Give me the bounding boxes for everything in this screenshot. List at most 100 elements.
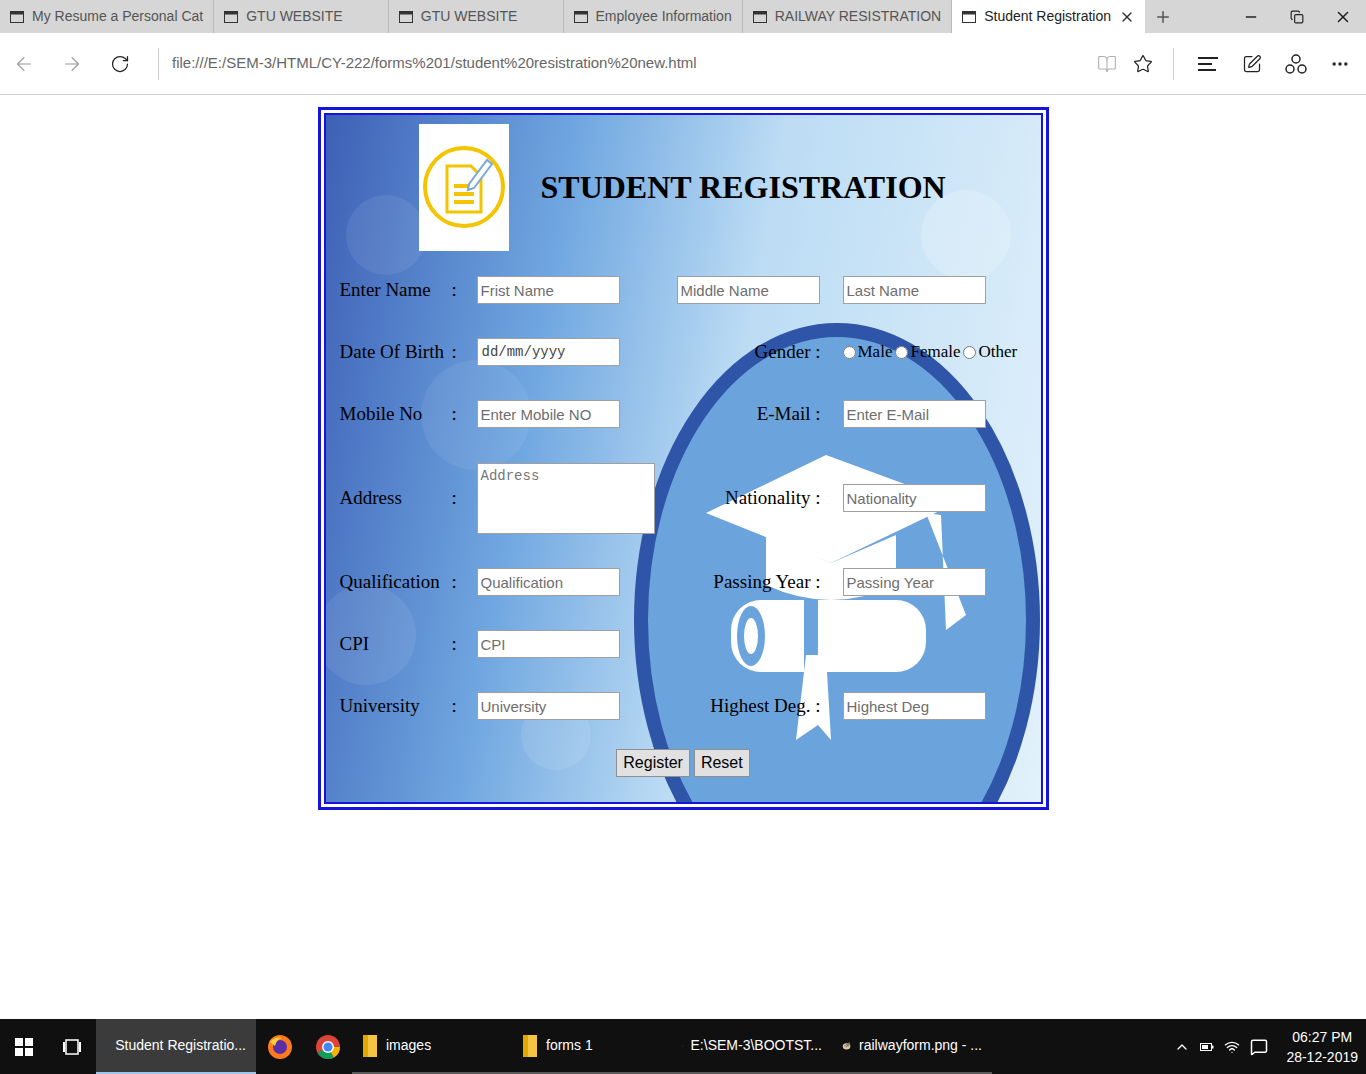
field-label: Address (340, 484, 452, 513)
field-separator: : (452, 338, 477, 367)
hub-button[interactable] (1186, 56, 1230, 72)
network-icon[interactable] (1224, 1039, 1240, 1055)
taskbar-window-button[interactable]: forms 1 (512, 1019, 672, 1074)
left-field (477, 463, 655, 534)
gender-option[interactable]: Male (843, 339, 893, 365)
more-button[interactable] (1318, 54, 1362, 74)
browser-tab[interactable]: Employee Information (564, 0, 743, 33)
share-button[interactable] (1274, 53, 1318, 75)
right-label: Nationality : (655, 484, 821, 513)
right-field (843, 484, 986, 512)
clock-date: 28-12-2019 (1286, 1047, 1358, 1067)
minimize-button[interactable] (1228, 0, 1274, 33)
start-button[interactable] (0, 1019, 48, 1074)
task-view-icon (62, 1038, 82, 1056)
favorite-button[interactable] (1125, 54, 1161, 74)
gender-radio[interactable] (963, 346, 976, 359)
registration-form: STUDENT REGISTRATIONEnter Name:Date Of B… (324, 113, 1043, 804)
taskbar-pinned-app[interactable] (256, 1019, 304, 1074)
tab-bar-spacer (1181, 0, 1228, 33)
form-title: STUDENT REGISTRATION (541, 163, 946, 211)
tab-strip: My Resume a Personal Cat GTU WEBSITE GTU W… (0, 0, 1145, 33)
restore-icon (1290, 10, 1304, 24)
browser-tab[interactable]: Student Registration (952, 0, 1145, 33)
browser-tab[interactable]: My Resume a Personal Cat (0, 0, 214, 33)
web-note-icon (1242, 54, 1262, 74)
address-divider (158, 48, 159, 80)
text-input[interactable] (843, 484, 986, 512)
tab-label: RAILWAY RESISTRATION (775, 6, 941, 27)
date-input[interactable] (477, 338, 620, 366)
form-row: Address:Nationality : (340, 445, 1041, 551)
page-content: STUDENT REGISTRATIONEnter Name:Date Of B… (0, 95, 1366, 1019)
left-field (477, 630, 655, 658)
form-button[interactable]: Register (616, 749, 690, 777)
right-field (843, 400, 986, 428)
taskbar-window-button[interactable]: railwayform.png - ... (832, 1019, 992, 1074)
text-input[interactable] (843, 692, 986, 720)
text-input[interactable] (477, 400, 620, 428)
close-tab-icon[interactable] (1119, 9, 1135, 25)
task-view-button[interactable] (48, 1019, 96, 1074)
text-input[interactable] (843, 568, 986, 596)
text-input[interactable] (477, 692, 620, 720)
gender-option[interactable]: Other (963, 339, 1017, 365)
gender-radio[interactable] (843, 346, 856, 359)
taskbar-pinned-app[interactable] (304, 1019, 352, 1074)
tab-label: GTU WEBSITE (421, 6, 517, 27)
gender-radio[interactable] (895, 346, 908, 359)
toolbar-divider (1173, 48, 1174, 80)
address-textarea[interactable] (477, 463, 655, 534)
tab-label: Student Registration (984, 6, 1111, 27)
close-window-button[interactable] (1320, 0, 1366, 33)
refresh-button[interactable] (96, 54, 144, 74)
taskbar-window-label: images (386, 1035, 431, 1056)
forward-button[interactable] (48, 53, 96, 75)
right-field (843, 692, 986, 720)
tab-label: My Resume a Personal Cat (32, 6, 203, 27)
text-input[interactable] (477, 276, 620, 304)
reading-view-button[interactable] (1089, 54, 1125, 74)
browser-tab[interactable]: GTU WEBSITE (214, 0, 389, 33)
form-button[interactable]: Reset (694, 749, 750, 777)
text-input[interactable] (677, 276, 820, 304)
browser-tab[interactable]: GTU WEBSITE (389, 0, 564, 33)
chrome-icon (315, 1034, 341, 1060)
text-input[interactable] (843, 276, 986, 304)
url-field[interactable]: file:///E:/SEM-3/HTML/CY-222/forms%201/s… (172, 52, 1089, 75)
tab-page-icon (224, 11, 238, 23)
taskbar-window-button[interactable]: images (352, 1019, 512, 1074)
text-input[interactable] (477, 568, 620, 596)
action-center-icon[interactable] (1250, 1038, 1268, 1056)
tab-page-icon (574, 11, 588, 23)
tab-page-icon (10, 11, 24, 23)
text-input[interactable] (843, 400, 986, 428)
back-button[interactable] (0, 53, 48, 75)
battery-icon[interactable] (1200, 1041, 1214, 1053)
registration-logo-icon (419, 124, 509, 251)
middle-field (677, 276, 820, 304)
restore-button[interactable] (1274, 0, 1320, 33)
text-input[interactable] (477, 630, 620, 658)
gender-option[interactable]: Female (895, 339, 960, 365)
field-label: Mobile No (340, 400, 452, 429)
web-note-button[interactable] (1230, 54, 1274, 74)
left-field (477, 568, 655, 596)
clock[interactable]: 06:27 PM28-12-2019 (1286, 1027, 1358, 1067)
field-label: University (340, 692, 452, 721)
browser-tab[interactable]: RAILWAY RESISTRATION (743, 0, 952, 33)
paint-icon (842, 1034, 851, 1058)
form-header: STUDENT REGISTRATION (326, 115, 1041, 259)
taskbar-window-label: E:\SEM-3\BOOTST... (691, 1035, 822, 1056)
gender-radio-group: MaleFemaleOther (843, 339, 1021, 365)
new-tab-button[interactable] (1145, 0, 1181, 33)
taskbar-window-button[interactable]: E:\SEM-3\BOOTST... (672, 1019, 832, 1074)
form-row: CPI: (340, 613, 1041, 675)
taskbar-window-button[interactable]: Student Registratio... (96, 1019, 256, 1074)
tab-label: GTU WEBSITE (246, 6, 342, 27)
field-separator: : (452, 630, 477, 659)
form-row: Enter Name: (340, 259, 1041, 321)
windows-logo-icon (15, 1038, 33, 1056)
show-hidden-icons-icon[interactable] (1174, 1039, 1190, 1055)
close-window-icon (1334, 8, 1352, 26)
